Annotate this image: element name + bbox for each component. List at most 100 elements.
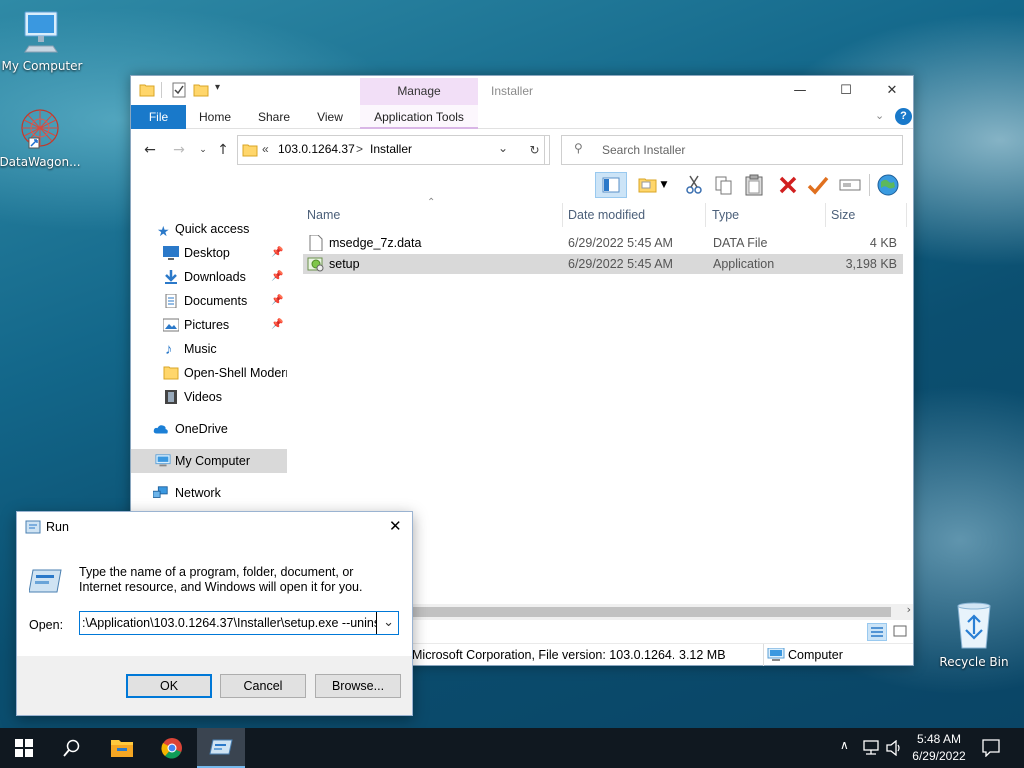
- desktop-icon-label: DataWagon...: [0, 155, 81, 169]
- column-header-date-modified[interactable]: Date modified: [564, 203, 706, 227]
- ribbon-expand-chevron-icon[interactable]: ⌄: [875, 109, 884, 122]
- scroll-right-icon[interactable]: ›: [907, 603, 911, 616]
- new-item-dropdown[interactable]: ▼: [657, 172, 671, 198]
- recent-locations-button[interactable]: ⌄: [193, 140, 213, 160]
- file-row[interactable]: setup 6/29/2022 5:45 AM Application 3,19…: [303, 254, 903, 274]
- breadcrumb-separator: >: [356, 142, 364, 156]
- breadcrumb-installer[interactable]: Installer: [370, 142, 412, 156]
- desktop-icon-recycle-bin[interactable]: Recycle Bin: [932, 600, 1016, 669]
- breadcrumb-version[interactable]: 103.0.1264.37: [278, 142, 355, 156]
- properties-button[interactable]: [805, 172, 831, 198]
- up-button[interactable]: ↑: [213, 140, 233, 160]
- start-button[interactable]: [0, 728, 48, 768]
- open-command-input[interactable]: :\Application\103.0.1264.37\Installer\se…: [82, 616, 376, 630]
- delete-x-icon: [779, 176, 797, 194]
- horizontal-scrollbar[interactable]: ›: [411, 603, 913, 620]
- ok-button[interactable]: OK: [126, 674, 212, 698]
- volume-icon[interactable]: [886, 740, 902, 756]
- rename-button[interactable]: [837, 172, 863, 198]
- search-box[interactable]: ⚲ Search Installer: [561, 135, 903, 165]
- taskbar-run[interactable]: [197, 728, 245, 768]
- navigation-pane-icon: [602, 177, 620, 193]
- forward-button[interactable]: →: [169, 140, 189, 160]
- paste-button[interactable]: [741, 172, 767, 198]
- maximize-button[interactable]: ☐: [823, 76, 869, 105]
- run-titlebar: Run ✕: [17, 512, 412, 542]
- close-button[interactable]: ✕: [869, 76, 915, 105]
- run-close-icon[interactable]: ✕: [389, 517, 402, 535]
- nav-music[interactable]: ♪ Music: [131, 337, 287, 361]
- cancel-button[interactable]: Cancel: [220, 674, 306, 698]
- pin-icon[interactable]: 📌: [271, 289, 283, 313]
- address-overflow-chevron[interactable]: «: [262, 142, 269, 156]
- arrow-up-icon: ↑: [217, 142, 229, 158]
- cut-button[interactable]: [681, 172, 707, 198]
- taskbar-file-explorer[interactable]: [98, 728, 146, 768]
- notification-icon[interactable]: [982, 739, 1000, 757]
- column-header-size[interactable]: Size: [827, 203, 907, 227]
- file-row[interactable]: msedge_7z.data 6/29/2022 5:45 AM DATA Fi…: [303, 233, 903, 253]
- tray-overflow-chevron-icon[interactable]: ∧: [840, 738, 849, 752]
- desktop-icon-datawagon[interactable]: DataWagon...: [0, 108, 82, 169]
- tab-application-tools[interactable]: Application Tools: [360, 105, 478, 129]
- address-bar[interactable]: « 103.0.1264.37 > Installer ⌄: [237, 135, 545, 165]
- pictures-icon: [163, 318, 179, 332]
- tab-home[interactable]: Home: [193, 105, 237, 129]
- nav-documents[interactable]: Documents 📌: [131, 289, 287, 313]
- folder-icon[interactable]: [139, 82, 155, 98]
- copy-button[interactable]: [711, 172, 737, 198]
- nav-onedrive[interactable]: OneDrive: [131, 417, 287, 441]
- back-button[interactable]: ←: [140, 140, 160, 160]
- combobox-chevron-down-icon[interactable]: ⌄: [383, 614, 394, 630]
- file-name: setup: [329, 257, 360, 271]
- tab-view[interactable]: View: [309, 105, 351, 129]
- network-tray-icon[interactable]: [862, 740, 880, 756]
- nav-downloads[interactable]: Downloads 📌: [131, 265, 287, 289]
- nav-open-shell-modern[interactable]: Open-Shell Modern: [131, 361, 287, 385]
- close-icon: ✕: [886, 83, 898, 98]
- column-header-type[interactable]: Type: [708, 203, 826, 227]
- tab-file[interactable]: File: [131, 105, 186, 129]
- scrollbar-thumb[interactable]: [411, 607, 891, 617]
- help-icon[interactable]: ?: [895, 108, 912, 125]
- pin-icon[interactable]: 📌: [271, 265, 283, 289]
- tray-clock[interactable]: 5:48 AM 6/29/2022: [904, 731, 974, 765]
- pin-icon[interactable]: 📌: [271, 313, 283, 337]
- nav-network[interactable]: Network: [131, 481, 287, 505]
- scissors-icon: [686, 175, 702, 194]
- search-button[interactable]: [48, 728, 96, 768]
- qat-customize-chevron-icon[interactable]: ▾: [215, 82, 220, 93]
- tab-share[interactable]: Share: [252, 105, 296, 129]
- desktop-icon-my-computer[interactable]: My Computer: [0, 8, 84, 73]
- large-icons-view-button[interactable]: [891, 623, 911, 641]
- nav-pictures[interactable]: Pictures 📌: [131, 313, 287, 337]
- nav-label: Videos: [184, 390, 222, 404]
- pin-icon[interactable]: 📌: [271, 241, 283, 265]
- delete-button[interactable]: [775, 172, 801, 198]
- browse-button[interactable]: Browse...: [315, 674, 401, 698]
- open-combobox[interactable]: :\Application\103.0.1264.37\Installer\se…: [79, 611, 399, 635]
- copy-icon: [715, 176, 732, 195]
- details-view-button[interactable]: [867, 623, 887, 641]
- address-dropdown-icon[interactable]: ⌄: [498, 141, 508, 155]
- setup-app-icon: [307, 257, 324, 272]
- checkmark-icon: [807, 176, 829, 195]
- windows-logo-icon: [15, 739, 33, 757]
- nav-my-computer[interactable]: My Computer: [131, 449, 287, 473]
- minimize-button[interactable]: —: [777, 76, 823, 105]
- properties-icon[interactable]: [171, 82, 187, 98]
- nav-desktop[interactable]: Desktop 📌: [131, 241, 287, 265]
- refresh-button[interactable]: ↻: [520, 135, 550, 165]
- internet-button[interactable]: [875, 172, 901, 198]
- new-folder-icon: [638, 178, 657, 193]
- run-dialog[interactable]: Run ✕ Type the name of a program, folder…: [16, 511, 413, 716]
- new-folder-icon[interactable]: [193, 82, 209, 98]
- nav-videos[interactable]: Videos: [131, 385, 287, 409]
- navigation-pane-button[interactable]: [595, 172, 627, 198]
- arrow-left-icon: ←: [144, 142, 156, 158]
- status-details: Microsoft Corporation, File version: 103…: [412, 648, 674, 662]
- taskbar-chrome[interactable]: [148, 728, 196, 768]
- column-header-name[interactable]: Name: [303, 203, 563, 227]
- nav-label: OneDrive: [175, 422, 228, 436]
- nav-quick-access[interactable]: ★ Quick access: [131, 217, 287, 241]
